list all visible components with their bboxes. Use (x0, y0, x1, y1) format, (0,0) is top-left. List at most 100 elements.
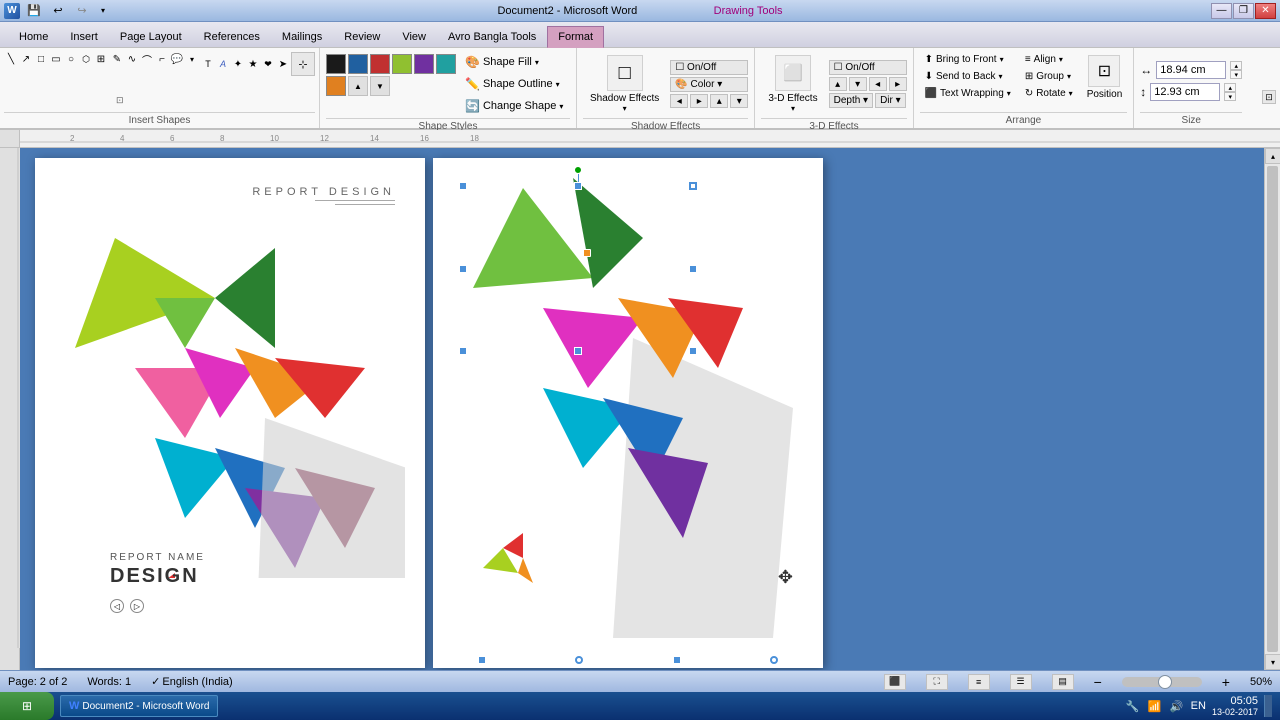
hexagon-tool[interactable]: ⬡ (79, 52, 93, 66)
color-swatch-blue[interactable] (348, 54, 368, 74)
three-d-btn[interactable]: ⬜ 3-D Effects ▾ (761, 52, 824, 116)
curve-tool[interactable]: ∿ (125, 52, 139, 66)
shapes-dropdown-btn[interactable]: ▾ (185, 52, 199, 66)
send-to-back-btn[interactable]: ⬇ Send to Back ▾ (920, 69, 1016, 84)
draft-btn[interactable]: ▤ (1052, 674, 1074, 690)
shadow-nudge-up[interactable]: ▴ (710, 94, 728, 108)
width-input[interactable] (1156, 61, 1226, 79)
position-btn[interactable]: ⊡ Position (1082, 52, 1128, 103)
change-shape-dropdown[interactable]: ▾ (559, 102, 563, 111)
tab-home[interactable]: Home (8, 27, 59, 47)
restore-btn[interactable]: ❐ (1233, 3, 1254, 19)
rect-tool[interactable]: □ (34, 52, 48, 66)
taskbar-item-word[interactable]: W Document2 - Microsoft Word (60, 695, 218, 717)
shadow-effects-btn[interactable]: □ Shadow Effects ▾ (583, 52, 666, 116)
color-swatch-scroll-dn[interactable]: ▼ (370, 76, 390, 96)
align-btn[interactable]: ≡ Align ▾ (1020, 52, 1078, 67)
width-decrement[interactable]: ▾ (1230, 70, 1242, 79)
shadow-nudge-left[interactable]: ◂ (670, 94, 688, 108)
shape-outline-btn[interactable]: ✏️ Shape Outline ▾ (460, 74, 570, 94)
width-increment[interactable]: ▴ (1230, 61, 1242, 70)
tray-icon-1[interactable]: 🔧 (1125, 698, 1141, 714)
textbox-tool[interactable]: T (201, 57, 215, 71)
vertical-scrollbar[interactable]: ▴ ▾ (1264, 148, 1280, 670)
shadow-nudge-down[interactable]: ▾ (730, 94, 748, 108)
close-btn[interactable]: ✕ (1255, 3, 1276, 19)
tab-insert[interactable]: Insert (59, 27, 109, 47)
three-d-dropdown[interactable]: ▾ (791, 104, 795, 113)
freeform-tool[interactable]: ✎ (110, 52, 124, 66)
height-input[interactable] (1150, 83, 1220, 101)
color-swatch-scroll-up[interactable]: ▲ (348, 76, 368, 96)
size-expand-btn[interactable]: ⊡ (1262, 90, 1276, 104)
bring-to-front-btn[interactable]: ⬆ Bring to Front ▾ (920, 52, 1016, 67)
star4-tool[interactable]: ✦ (231, 57, 245, 71)
tab-mailings[interactable]: Mailings (271, 27, 333, 47)
line-tool[interactable]: ╲ (4, 52, 18, 66)
height-decrement[interactable]: ▾ (1224, 92, 1236, 101)
start-button[interactable]: ⊞ (0, 692, 54, 720)
color-swatch-red[interactable] (370, 54, 390, 74)
redo-qat-btn[interactable]: ↪ (72, 2, 92, 20)
tab-avro[interactable]: Avro Bangla Tools (437, 27, 547, 47)
rotate-btn[interactable]: ↻ Rotate ▾ (1020, 86, 1078, 101)
scroll-down-btn[interactable]: ▾ (1265, 654, 1280, 670)
tilt-right[interactable]: ▸ (889, 77, 907, 91)
callout-tool[interactable]: 💬 (170, 52, 184, 66)
oval-tool[interactable]: ○ (64, 52, 78, 66)
depth-btn[interactable]: Depth ▾ (829, 93, 873, 108)
print-layout-btn[interactable]: ⬛ (884, 674, 906, 690)
show-desktop-btn[interactable] (1264, 695, 1272, 717)
height-increment[interactable]: ▴ (1224, 83, 1236, 92)
arrow-shapes-tool[interactable]: ➤ (276, 57, 290, 71)
tilt-down[interactable]: ▾ (849, 77, 867, 91)
insert-shapes-expand[interactable]: ⊡ (116, 95, 124, 106)
scroll-up-btn[interactable]: ▴ (1265, 148, 1280, 164)
shadow-on-off-btn[interactable]: ☐ On/Off (670, 60, 748, 75)
minimize-btn[interactable]: — (1211, 3, 1232, 19)
color-swatch-orange[interactable] (326, 76, 346, 96)
zoom-out-btn[interactable]: − (1094, 674, 1102, 690)
connector-tool[interactable]: ⌒ (140, 52, 154, 66)
save-qat-btn[interactable]: 💾 (24, 2, 44, 20)
tab-review[interactable]: Review (333, 27, 391, 47)
color-swatch-teal[interactable] (436, 54, 456, 74)
text-wrapping-btn[interactable]: ⬛ Text Wrapping ▾ (920, 86, 1016, 101)
tab-format[interactable]: Format (547, 26, 604, 48)
color-swatch-black[interactable] (326, 54, 346, 74)
shape-fill-btn[interactable]: 🎨 Shape Fill ▾ (460, 52, 570, 72)
elbow-tool[interactable]: ⌐ (155, 52, 169, 66)
color-swatch-purple[interactable] (414, 54, 434, 74)
tilt-left[interactable]: ◂ (869, 77, 887, 91)
shadow-nudge-right[interactable]: ▸ (690, 94, 708, 108)
scroll-thumb[interactable] (1267, 166, 1278, 652)
tab-page-layout[interactable]: Page Layout (109, 27, 193, 47)
tilt-up[interactable]: ▴ (829, 77, 847, 91)
tab-references[interactable]: References (193, 27, 271, 47)
tab-view[interactable]: View (391, 27, 437, 47)
change-shape-btn[interactable]: 🔄 Change Shape ▾ (460, 96, 570, 116)
undo-qat-btn[interactable]: ↩ (48, 2, 68, 20)
zoom-slider[interactable] (1122, 677, 1202, 687)
star5-tool[interactable]: ★ (246, 57, 260, 71)
round-rect-tool[interactable]: ▭ (49, 52, 63, 66)
shape-outline-dropdown[interactable]: ▾ (556, 80, 560, 89)
wordart-tool[interactable]: A (216, 57, 230, 71)
tray-icon-3[interactable]: 🔊 (1169, 698, 1185, 714)
shadow-color-btn[interactable]: 🎨 Color ▾ (670, 77, 748, 92)
qat-customize-btn[interactable]: ▾ (96, 2, 110, 20)
arrow-tool[interactable]: ↗ (19, 52, 33, 66)
more-shapes-btn[interactable]: ⊞ (94, 52, 108, 66)
edit-points-btn[interactable]: ⊹ (291, 52, 315, 76)
zoom-in-btn[interactable]: + (1222, 674, 1230, 690)
direction-btn[interactable]: Dir ▾ (875, 93, 906, 108)
heart-tool[interactable]: ❤ (261, 57, 275, 71)
group-btn[interactable]: ⊞ Group ▾ (1020, 69, 1078, 84)
web-layout-btn[interactable]: ≡ (968, 674, 990, 690)
outline-btn[interactable]: ☰ (1010, 674, 1032, 690)
full-screen-btn[interactable]: ⛶ (926, 674, 948, 690)
shape-fill-dropdown[interactable]: ▾ (535, 58, 539, 67)
color-swatch-green[interactable] (392, 54, 412, 74)
three-d-on-off[interactable]: ☐ On/Off (829, 60, 907, 75)
tray-icon-2[interactable]: 📶 (1147, 698, 1163, 714)
